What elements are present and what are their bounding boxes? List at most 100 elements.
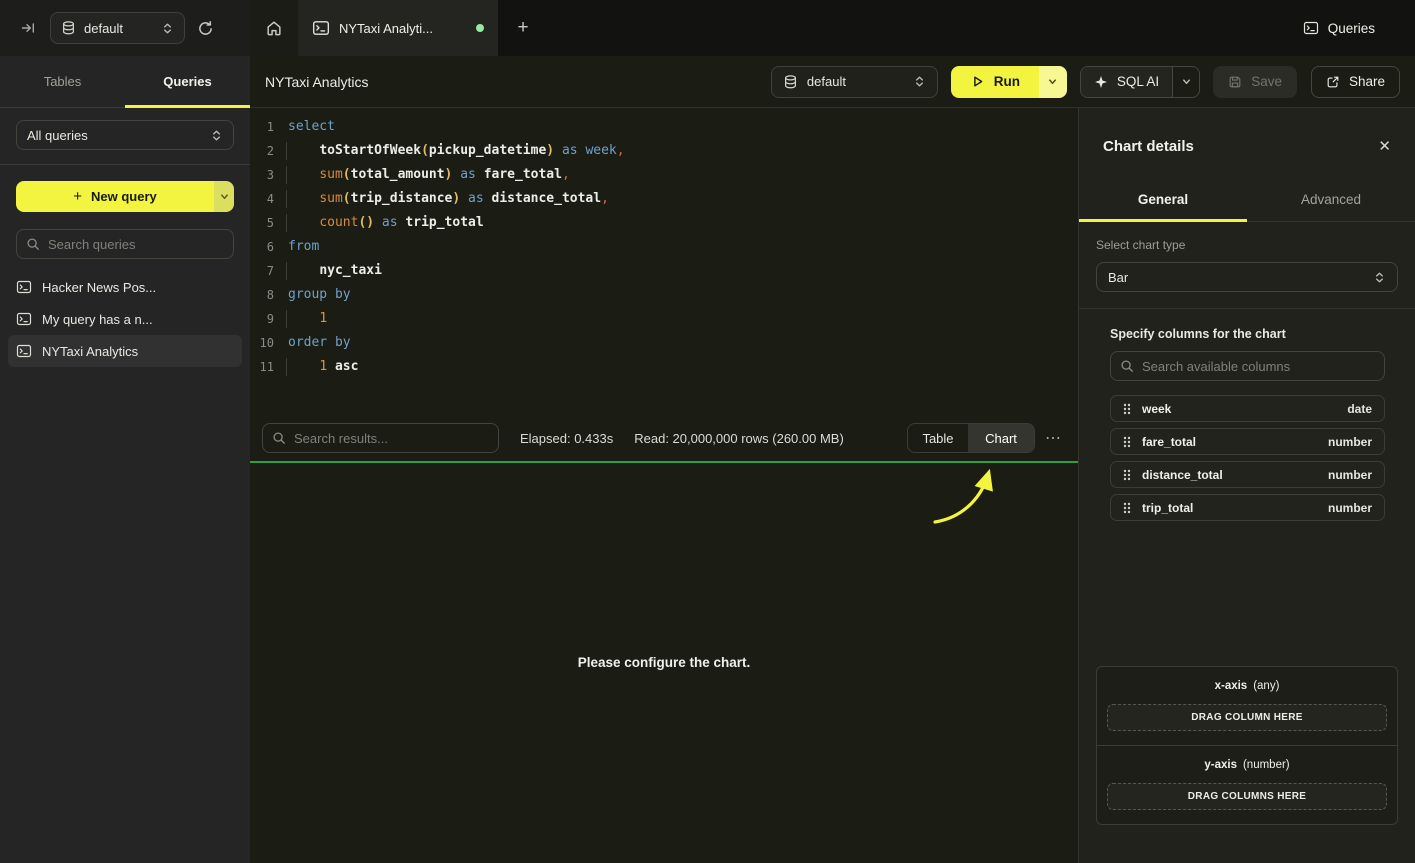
- query-item-label: My query has a n...: [42, 312, 153, 327]
- code-line[interactable]: 11 1 asc: [250, 355, 1078, 379]
- line-number: 3: [250, 163, 274, 187]
- chart-details-panel: Chart details ✕ General Advanced Select …: [1078, 108, 1415, 863]
- new-tab-button[interactable]: +: [498, 0, 548, 56]
- column-name: distance_total: [1142, 468, 1317, 482]
- share-label: Share: [1349, 74, 1385, 89]
- sql-editor[interactable]: 1select2 toStartOfWeek(pickup_datetime) …: [250, 108, 1078, 415]
- terminal-icon: [16, 343, 32, 359]
- run-button-main[interactable]: Run: [951, 66, 1039, 98]
- line-number: 8: [250, 283, 274, 307]
- results-search[interactable]: [262, 423, 499, 453]
- run-button[interactable]: Run: [951, 66, 1067, 98]
- query-filter-value: All queries: [27, 128, 210, 143]
- query-list-item[interactable]: NYTaxi Analytics: [8, 335, 242, 367]
- run-dropdown[interactable]: [1039, 66, 1067, 98]
- search-icon: [272, 431, 286, 445]
- code-text: nyc_taxi: [288, 259, 382, 283]
- indent-guide: [286, 190, 287, 208]
- collapse-sidebar-icon[interactable]: [20, 20, 37, 36]
- queries-link[interactable]: Queries: [1303, 0, 1415, 56]
- query-filter-select[interactable]: All queries: [16, 120, 234, 150]
- home-tab[interactable]: [250, 0, 298, 56]
- line-number: 7: [250, 259, 274, 283]
- results-search-input[interactable]: [294, 431, 489, 446]
- columns-search[interactable]: [1110, 351, 1385, 381]
- code-line[interactable]: 8 group by: [250, 283, 1078, 307]
- search-icon: [26, 237, 40, 251]
- sidebar-search-input[interactable]: [48, 237, 224, 252]
- column-chip-week[interactable]: weekdate: [1110, 395, 1385, 422]
- code-text: sum(trip_distance) as distance_total,: [288, 187, 609, 211]
- column-name: fare_total: [1142, 435, 1317, 449]
- new-query-button[interactable]: + New query: [16, 181, 234, 212]
- line-number: 5: [250, 211, 274, 235]
- new-query-dropdown[interactable]: [214, 181, 234, 212]
- code-line[interactable]: 10 order by: [250, 331, 1078, 355]
- sidebar-tab-queries[interactable]: Queries: [125, 56, 250, 107]
- panel-tab-general[interactable]: General: [1079, 178, 1247, 221]
- indent-guide: [286, 214, 287, 232]
- line-number: 2: [250, 139, 274, 163]
- terminal-icon: [1303, 20, 1319, 36]
- code-line[interactable]: 5 count() as trip_total: [250, 211, 1078, 235]
- chevron-updown-icon: [1373, 270, 1386, 285]
- panel-tab-advanced[interactable]: Advanced: [1247, 178, 1415, 221]
- code-line[interactable]: 1select: [250, 115, 1078, 139]
- app-window: default: [0, 0, 1415, 863]
- drag-handle-icon[interactable]: [1123, 436, 1131, 448]
- sidebar-tab-tables[interactable]: Tables: [0, 56, 125, 107]
- line-number: 11: [250, 355, 274, 379]
- query-list-item[interactable]: My query has a n...: [8, 303, 242, 335]
- y-axis-dropzone[interactable]: DRAG COLUMNS HERE: [1107, 783, 1387, 810]
- save-label: Save: [1251, 74, 1282, 89]
- topbar-spacer: [548, 0, 1303, 56]
- sql-ai-dropdown[interactable]: [1172, 67, 1199, 97]
- new-query-main[interactable]: + New query: [16, 181, 214, 212]
- column-name: week: [1142, 402, 1336, 416]
- save-button[interactable]: Save: [1213, 66, 1297, 98]
- column-chip-trip_total[interactable]: trip_totalnumber: [1110, 494, 1385, 521]
- elapsed-stat: Elapsed: 0.433s: [520, 431, 613, 446]
- play-icon: [970, 74, 985, 89]
- code-line[interactable]: 9 1: [250, 307, 1078, 331]
- code-text: group by: [288, 283, 351, 307]
- x-axis-label: x-axis: [1215, 680, 1248, 692]
- y-axis-title: y-axis(number): [1107, 759, 1387, 771]
- panel-divider: [1079, 308, 1415, 309]
- code-line[interactable]: 6from: [250, 235, 1078, 259]
- chart-type-select[interactable]: Bar: [1096, 262, 1398, 292]
- header-database-value: default: [807, 74, 904, 89]
- code-line[interactable]: 4 sum(trip_distance) as distance_total,: [250, 187, 1078, 211]
- topbar: default: [0, 0, 1415, 56]
- indent-guide: [286, 358, 287, 376]
- code-text: order by: [288, 331, 351, 355]
- code-line[interactable]: 7 nyc_taxi: [250, 259, 1078, 283]
- drag-handle-icon[interactable]: [1123, 502, 1131, 514]
- columns-search-input[interactable]: [1142, 359, 1375, 374]
- code-line[interactable]: 2 toStartOfWeek(pickup_datetime) as week…: [250, 139, 1078, 163]
- query-list-item[interactable]: Hacker News Pos...: [8, 271, 242, 303]
- close-icon[interactable]: ✕: [1378, 137, 1391, 155]
- view-tab-table[interactable]: Table: [908, 424, 968, 452]
- code-line[interactable]: 3 sum(total_amount) as fare_total,: [250, 163, 1078, 187]
- sql-ai-button[interactable]: SQL AI: [1080, 66, 1200, 98]
- sql-ai-main[interactable]: SQL AI: [1081, 67, 1172, 97]
- refresh-icon[interactable]: [197, 20, 214, 37]
- line-number: 10: [250, 331, 274, 355]
- x-axis-dropzone[interactable]: DRAG COLUMN HERE: [1107, 704, 1387, 731]
- column-type: number: [1328, 501, 1372, 515]
- drag-handle-icon[interactable]: [1123, 403, 1131, 415]
- query-list: Hacker News Pos... My query has a n... NYT…: [0, 271, 250, 367]
- code-text: select: [288, 115, 335, 139]
- more-options-icon[interactable]: ⋯: [1045, 428, 1062, 448]
- share-button[interactable]: Share: [1311, 66, 1400, 98]
- header-database-selector[interactable]: default: [771, 66, 938, 98]
- panel-tabs: General Advanced: [1079, 178, 1415, 222]
- sidebar-search[interactable]: [16, 229, 234, 259]
- column-chip-fare_total[interactable]: fare_totalnumber: [1110, 428, 1385, 455]
- view-tab-chart[interactable]: Chart: [968, 424, 1034, 452]
- column-chip-distance_total[interactable]: distance_totalnumber: [1110, 461, 1385, 488]
- topbar-database-selector[interactable]: default: [50, 12, 185, 44]
- drag-handle-icon[interactable]: [1123, 469, 1131, 481]
- active-query-tab[interactable]: NYTaxi Analyti...: [298, 0, 498, 56]
